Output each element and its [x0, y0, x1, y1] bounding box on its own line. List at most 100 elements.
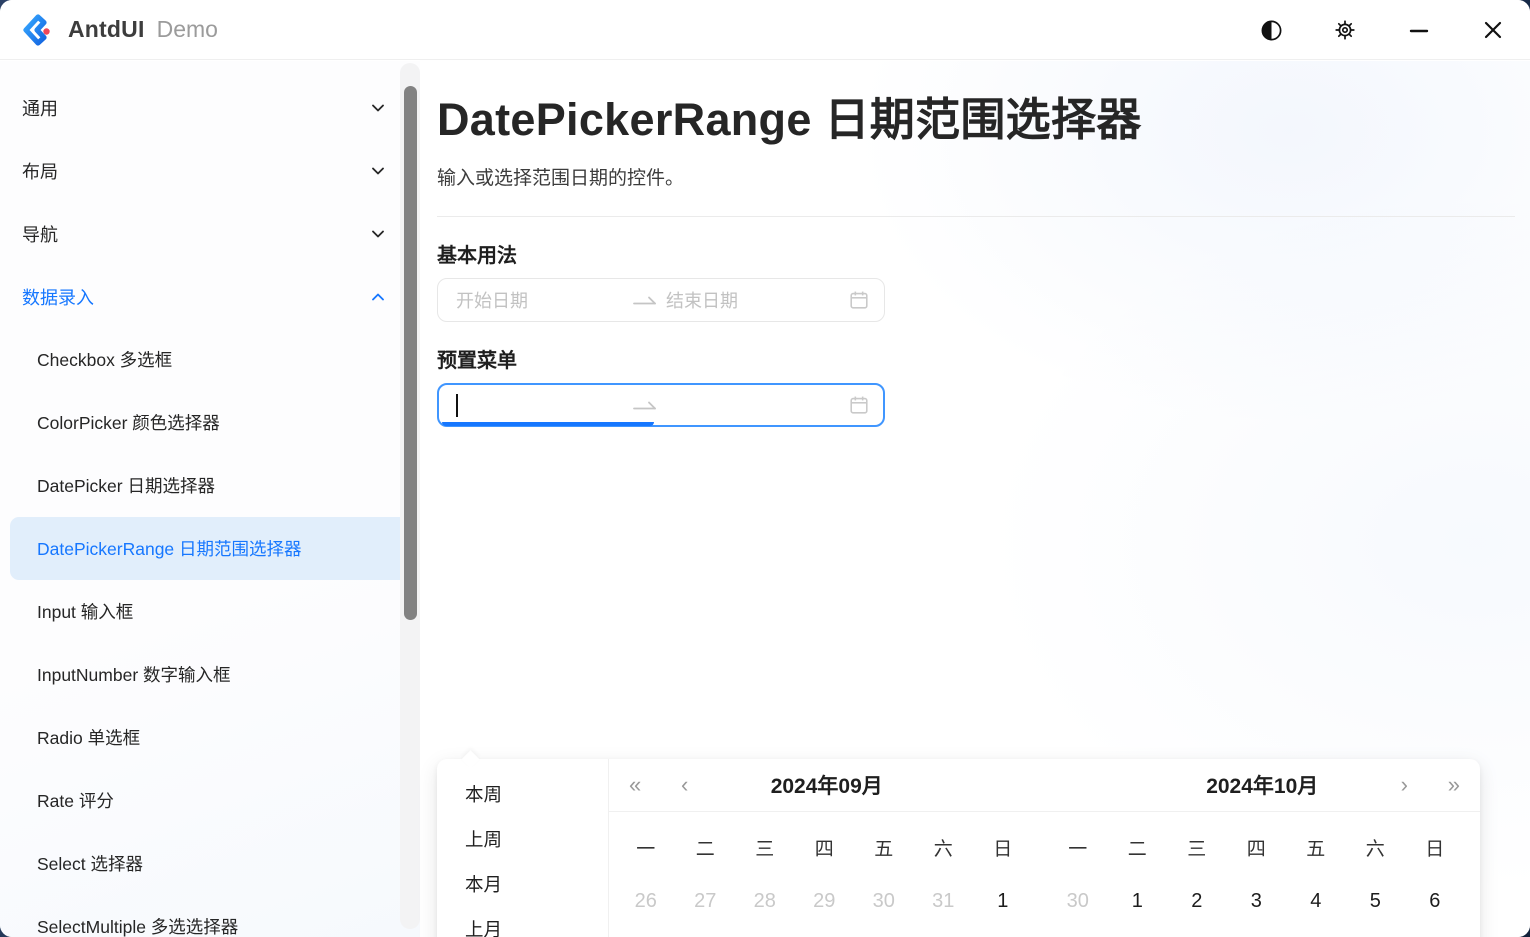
half-moon-icon [1260, 19, 1283, 42]
day-cell[interactable]: 31 [914, 872, 974, 932]
day-cell[interactable]: 26 [616, 872, 676, 932]
next-month-button[interactable]: › [1395, 759, 1414, 811]
day-cell[interactable]: 28 [735, 872, 795, 932]
sidebar-item-selectmultiple[interactable]: SelectMultiple 多选选择器 [0, 895, 420, 937]
sidebar-item-label: DatePickerRange 日期范围选择器 [37, 536, 302, 561]
day-cell[interactable]: 10 [1227, 931, 1287, 937]
sidebar-item-datepickerrange[interactable]: DatePickerRange 日期范围选择器 [10, 517, 412, 580]
sidebar-item-label: Select 选择器 [37, 851, 143, 876]
calendar-icon [848, 289, 870, 311]
start-date-placeholder: 开始日期 [456, 287, 632, 313]
day-cell[interactable]: 7 [914, 931, 974, 937]
day-cell[interactable]: 4 [735, 931, 795, 937]
day-cell[interactable]: 7 [1048, 931, 1108, 937]
day-number: 5 [1354, 880, 1396, 922]
prev-month-button[interactable]: ‹ [675, 759, 694, 811]
sidebar-item-label: 通用 [22, 95, 58, 121]
day-number: 1 [1116, 880, 1158, 922]
sidebar-item-checkbox[interactable]: Checkbox 多选框 [0, 328, 420, 391]
range-input-basic[interactable]: 开始日期 结束日期 [437, 278, 885, 322]
day-number: 27 [684, 880, 726, 922]
day-cell[interactable]: 9 [1167, 931, 1227, 937]
close-button[interactable] [1470, 7, 1516, 53]
titlebar: AntdUI Demo [0, 0, 1530, 60]
sidebar-item-label: Input 输入框 [37, 599, 133, 624]
app-window: AntdUI Demo [0, 0, 1530, 937]
sidebar-item-label: ColorPicker 颜色选择器 [37, 410, 220, 435]
sidebar-group-通用[interactable]: 通用 [0, 76, 420, 139]
chevron-down-icon [370, 226, 386, 242]
gear-icon [1333, 18, 1357, 42]
day-number: 31 [922, 880, 964, 922]
day-number: 28 [744, 880, 786, 922]
sidebar-item-input[interactable]: Input 输入框 [0, 580, 420, 643]
preset-item[interactable]: 本月 [443, 861, 602, 906]
calendar-icon [848, 394, 870, 416]
sidebar-item-label: InputNumber 数字输入框 [37, 662, 231, 687]
sidebar-item-datepicker[interactable]: DatePicker 日期选择器 [0, 454, 420, 517]
app-logo-icon [22, 14, 54, 46]
sidebar-item-label: 导航 [22, 221, 58, 247]
calendar-month-title: 2024年09月 [771, 770, 883, 800]
day-cell[interactable]: 2 [616, 931, 676, 937]
day-cell[interactable]: 13 [1405, 931, 1465, 937]
day-number: 30 [863, 880, 905, 922]
day-cell[interactable]: 5 [795, 931, 855, 937]
text-cursor [456, 394, 458, 417]
day-number: 6 [1414, 880, 1456, 922]
day-cell[interactable]: 3 [676, 931, 736, 937]
range-input-preset[interactable] [437, 383, 885, 427]
prev-year-button[interactable]: « [623, 759, 647, 811]
page-subtitle: 输入或选择范围日期的控件。 [437, 163, 1530, 190]
day-cell[interactable]: 4 [1286, 872, 1346, 932]
preset-item[interactable]: 本周 [443, 771, 602, 816]
sidebar-group-数据录入[interactable]: 数据录入 [0, 265, 420, 328]
swap-right-arrow-icon [632, 396, 658, 414]
day-cell[interactable]: 30 [854, 872, 914, 932]
day-cell[interactable]: 5 [1346, 872, 1406, 932]
day-cell[interactable]: 30 [1048, 872, 1108, 932]
day-cell[interactable]: 12 [1346, 931, 1406, 937]
settings-button[interactable] [1322, 7, 1368, 53]
day-number: 30 [1057, 880, 1099, 922]
sidebar-item-colorpicker[interactable]: ColorPicker 颜色选择器 [0, 391, 420, 454]
theme-toggle-button[interactable] [1248, 7, 1294, 53]
day-cell[interactable]: 1 [1108, 872, 1168, 932]
minimize-button[interactable] [1396, 7, 1442, 53]
day-cell[interactable]: 11 [1286, 931, 1346, 937]
start-date-field[interactable] [456, 394, 632, 417]
day-cell[interactable]: 1 [973, 872, 1033, 932]
day-cell[interactable]: 6 [854, 931, 914, 937]
sidebar-item-radio[interactable]: Radio 单选框 [0, 706, 420, 769]
sidebar-scrollbar-thumb[interactable] [404, 86, 417, 620]
calendar-month-title: 2024年10月 [1206, 770, 1318, 800]
preset-item[interactable]: 上月 [443, 906, 602, 937]
sidebar-item-rate[interactable]: Rate 评分 [0, 769, 420, 832]
day-cell[interactable]: 8 [973, 931, 1033, 937]
day-number: 4 [1295, 880, 1337, 922]
sidebar-group-导航[interactable]: 导航 [0, 202, 420, 265]
sidebar-item-select[interactable]: Select 选择器 [0, 832, 420, 895]
input-active-bar [442, 422, 654, 426]
section-heading-preset: 预置菜单 [437, 344, 1530, 373]
sidebar-item-inputnumber[interactable]: InputNumber 数字输入框 [0, 643, 420, 706]
day-cell[interactable]: 6 [1405, 872, 1465, 932]
calendar-headers: « ‹ 2024年09月 2024年10月 › » [609, 759, 1480, 812]
calendar-panel-october: 一二三四五六日301234567891011121314151617181920… [1048, 812, 1472, 937]
day-number: 29 [803, 880, 845, 922]
sidebar-group-布局[interactable]: 布局 [0, 139, 420, 202]
day-cell[interactable]: 3 [1227, 872, 1287, 932]
titlebar-actions [1220, 0, 1516, 60]
preset-picker-anchor: 本周上周本月上月本年去年 « ‹ 2024年09月 2024年10月 › » [437, 383, 1530, 427]
minimize-icon [1407, 18, 1431, 42]
day-cell[interactable]: 2 [1167, 872, 1227, 932]
preset-item[interactable]: 上周 [443, 816, 602, 861]
sidebar-item-label: DatePicker 日期选择器 [37, 473, 215, 498]
day-cell[interactable]: 8 [1108, 931, 1168, 937]
day-cell[interactable]: 27 [676, 872, 736, 932]
next-year-button[interactable]: » [1442, 759, 1466, 811]
end-date-placeholder: 结束日期 [666, 287, 842, 313]
day-cell[interactable]: 29 [795, 872, 855, 932]
section-heading-basic: 基本用法 [437, 239, 1530, 268]
page-title: DatePickerRange 日期范围选择器 [437, 83, 1530, 148]
